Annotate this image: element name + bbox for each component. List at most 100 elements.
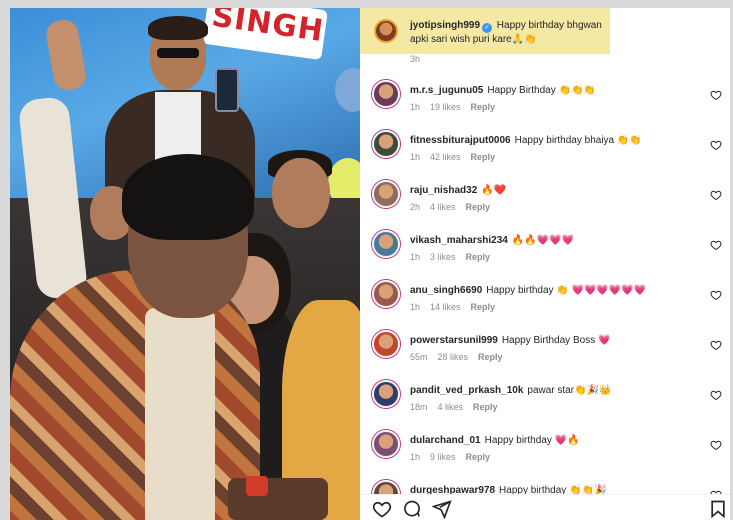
commenter-avatar[interactable] bbox=[372, 230, 400, 258]
comment-time: 2h bbox=[410, 202, 421, 212]
reply-button[interactable]: Reply bbox=[473, 402, 498, 412]
commenter-avatar[interactable] bbox=[372, 80, 400, 108]
comment-likes[interactable]: 4 likes bbox=[430, 202, 456, 212]
comment-body: raju_nishad32 🔥❤️ bbox=[410, 184, 710, 197]
comment-meta: 1h 14 likes Reply bbox=[410, 302, 505, 312]
caption-text-block: jyotipsingh999 ✓ Happy birthday bhgwan ap… bbox=[410, 19, 608, 47]
comment-row: anu_singh6690 Happy birthday 👏 💗💗💗💗💗💗 1h 14… bbox=[360, 280, 730, 330]
commenter-username[interactable]: powerstarsunil999 bbox=[410, 335, 498, 346]
commenter-avatar[interactable] bbox=[372, 380, 400, 408]
comment-time: 1h bbox=[410, 152, 421, 162]
bookmark-icon[interactable] bbox=[708, 499, 728, 519]
comment-row: pandit_ved_prkash_10k pawar star👏🎉👑 18m 4 l… bbox=[360, 380, 730, 430]
comment-time: 1h bbox=[410, 102, 421, 112]
commenter-username[interactable]: anu_singh6690 bbox=[410, 285, 482, 296]
comment-likes[interactable]: 28 likes bbox=[438, 352, 469, 362]
comment-text: pawar star👏🎉👑 bbox=[527, 385, 612, 396]
caption-highlight: jyotipsingh999 ✓ Happy birthday bhgwan ap… bbox=[360, 8, 610, 54]
heart-icon[interactable] bbox=[372, 499, 392, 519]
comment-like-heart-icon[interactable] bbox=[710, 388, 722, 401]
comment-likes[interactable]: 9 likes bbox=[430, 452, 456, 462]
comment-like-heart-icon[interactable] bbox=[710, 238, 722, 251]
comment-time: 1h bbox=[410, 302, 421, 312]
comment-row: raju_nishad32 🔥❤️ 2h 4 likes Reply bbox=[360, 180, 730, 230]
reply-button[interactable]: Reply bbox=[471, 102, 496, 112]
comment-text: Happy Birthday 👏👏👏 bbox=[487, 85, 596, 96]
comment-body: vikash_maharshi234 🔥🔥💗💗💗 bbox=[410, 234, 710, 247]
comment-like-heart-icon[interactable] bbox=[710, 188, 722, 201]
share-icon[interactable] bbox=[431, 499, 452, 520]
reply-button[interactable]: Reply bbox=[471, 302, 496, 312]
commenter-avatar[interactable] bbox=[372, 130, 400, 158]
person-face bbox=[272, 158, 330, 228]
comment-body: pandit_ved_prkash_10k pawar star👏🎉👑 bbox=[410, 384, 710, 397]
comment-meta: 1h 9 likes Reply bbox=[410, 452, 500, 462]
phone-in-hand bbox=[215, 68, 239, 112]
comment-body: anu_singh6690 Happy birthday 👏 💗💗💗💗💗💗 bbox=[410, 284, 710, 297]
reply-button[interactable]: Reply bbox=[466, 452, 491, 462]
comment-body: fitnessbiturajput0006 Happy birthday bhai… bbox=[410, 134, 710, 147]
comment-like-heart-icon[interactable] bbox=[710, 288, 722, 301]
action-bar bbox=[360, 494, 730, 520]
commenter-avatar[interactable] bbox=[372, 280, 400, 308]
commenter-username[interactable]: dularchand_01 bbox=[410, 435, 481, 446]
comment-like-heart-icon[interactable] bbox=[710, 138, 722, 151]
comment-icon[interactable] bbox=[402, 499, 422, 519]
comment-text: 🔥❤️ bbox=[481, 185, 507, 196]
commenter-avatar[interactable] bbox=[372, 330, 400, 358]
comment-text: Happy Birthday Boss 💗 bbox=[501, 335, 611, 346]
comment-text: 🔥🔥💗💗💗 bbox=[511, 235, 575, 246]
comment-text: Happy birthday 💗🔥 bbox=[484, 435, 580, 446]
reply-button[interactable]: Reply bbox=[478, 352, 503, 362]
comment-likes[interactable]: 4 likes bbox=[438, 402, 464, 412]
comment-row: vikash_maharshi234 🔥🔥💗💗💗 1h 3 likes Reply bbox=[360, 230, 730, 280]
comment-meta: 18m 4 likes Reply bbox=[410, 402, 508, 412]
main-person-shirt bbox=[145, 308, 215, 520]
comment-row: dularchand_01 Happy birthday 💗🔥 1h 9 likes R… bbox=[360, 430, 730, 480]
comments-panel[interactable]: jyotipsingh999 ✓ Happy birthday bhgwan ap… bbox=[360, 8, 730, 520]
reply-button[interactable]: Reply bbox=[471, 152, 496, 162]
comment-likes[interactable]: 19 likes bbox=[430, 102, 461, 112]
post-viewer: SINGH jyotipsingh999 ✓ Happy birthday bh… bbox=[10, 8, 730, 520]
comment-time: 18m bbox=[410, 402, 428, 412]
reply-button[interactable]: Reply bbox=[466, 202, 491, 212]
comment-row: powerstarsunil999 Happy Birthday Boss 💗 55… bbox=[360, 330, 730, 380]
post-photo[interactable]: SINGH bbox=[10, 8, 360, 520]
commenter-avatar[interactable] bbox=[372, 430, 400, 458]
comment-likes[interactable]: 14 likes bbox=[430, 302, 461, 312]
comment-body: dularchand_01 Happy birthday 💗🔥 bbox=[410, 434, 710, 447]
verified-badge-icon: ✓ bbox=[482, 23, 493, 33]
comment-meta: 55m 28 likes Reply bbox=[410, 352, 513, 362]
comment-meta: 1h 3 likes Reply bbox=[410, 252, 500, 262]
comment-meta: 2h 4 likes Reply bbox=[410, 202, 500, 212]
comment-likes[interactable]: 42 likes bbox=[430, 152, 461, 162]
comment-meta: 1h 19 likes Reply bbox=[410, 102, 505, 112]
comment-time: 55m bbox=[410, 352, 428, 362]
commenter-username[interactable]: pandit_ved_prkash_10k bbox=[410, 385, 523, 396]
commenter-avatar[interactable] bbox=[372, 180, 400, 208]
comment-time: 1h bbox=[410, 252, 421, 262]
commenter-username[interactable]: raju_nishad32 bbox=[410, 185, 477, 196]
cake-decoration bbox=[246, 476, 268, 496]
cake bbox=[228, 478, 328, 520]
reply-button[interactable]: Reply bbox=[466, 252, 491, 262]
comment-likes[interactable]: 3 likes bbox=[430, 252, 456, 262]
caption-username[interactable]: jyotipsingh999 bbox=[410, 20, 480, 31]
comment-like-heart-icon[interactable] bbox=[710, 438, 722, 451]
comment-like-heart-icon[interactable] bbox=[710, 88, 722, 101]
comment-body: m.r.s_jugunu05 Happy Birthday 👏👏👏 bbox=[410, 84, 710, 97]
comment-text: Happy birthday 👏 💗💗💗💗💗💗 bbox=[486, 285, 647, 296]
comment-text: Happy birthday bhaiya 👏👏 bbox=[514, 135, 642, 146]
main-person-hair bbox=[122, 154, 254, 240]
comment-like-heart-icon[interactable] bbox=[710, 338, 722, 351]
comment-meta: 1h 42 likes Reply bbox=[410, 152, 505, 162]
caption-time: 3h bbox=[410, 54, 421, 64]
commenter-username[interactable]: fitnessbiturajput0006 bbox=[410, 135, 511, 146]
comment-time: 1h bbox=[410, 452, 421, 462]
caption-avatar[interactable] bbox=[374, 19, 398, 43]
commenter-username[interactable]: vikash_maharshi234 bbox=[410, 235, 508, 246]
comment-row: fitnessbiturajput0006 Happy birthday bhai… bbox=[360, 130, 730, 180]
comment-row: m.r.s_jugunu05 Happy Birthday 👏👏👏 1h 19 lik… bbox=[360, 80, 730, 130]
comment-body: powerstarsunil999 Happy Birthday Boss 💗 bbox=[410, 334, 710, 347]
commenter-username[interactable]: m.r.s_jugunu05 bbox=[410, 85, 483, 96]
